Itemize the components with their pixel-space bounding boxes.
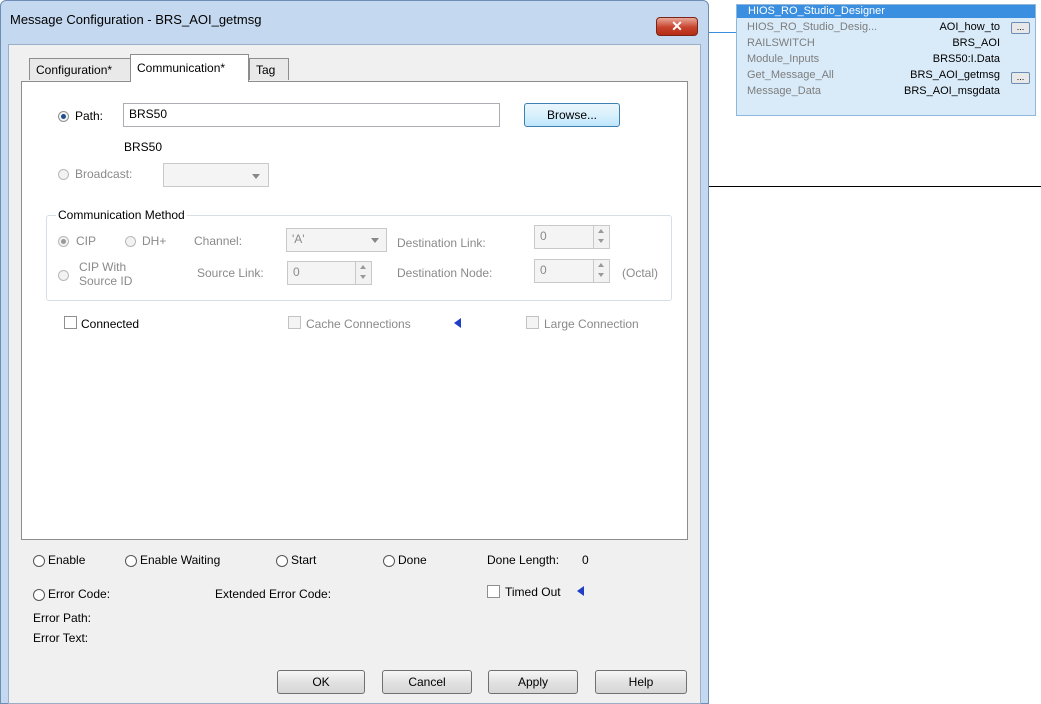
start-indicator [276,555,288,567]
cache-connections-checkbox[interactable] [288,316,301,329]
broadcast-radio[interactable] [58,169,69,180]
destination-node-label: Destination Node: [397,266,493,280]
title-bar[interactable]: Message Configuration - BRS_AOI_getmsg ✕ [0,0,709,36]
tab-configuration[interactable]: Configuration* [29,58,131,80]
large-connection-checkbox[interactable] [526,316,539,329]
octal-label: (Octal) [622,266,658,280]
connector-line [709,32,736,33]
extended-error-code-label: Extended Error Code: [215,587,332,601]
path-label: Path: [75,109,104,123]
chevron-down-icon [252,174,260,179]
tag-row-value: BRS50:I.Data [932,53,1000,65]
apply-button[interactable]: Apply [488,670,578,694]
destination-link-spinner[interactable] [593,226,609,248]
source-link-label: Source Link: [197,266,264,280]
done-length-value: 0 [582,553,589,567]
close-button[interactable]: ✕ [656,17,698,36]
tag-row-name: HIOS_RO_Studio_Desig... [747,21,878,33]
cip-label: CIP [76,234,97,248]
enable-indicator [33,555,45,567]
browse-button[interactable]: Browse... [524,103,620,127]
channel-label: Channel: [194,234,243,248]
error-code-label: Error Code: [48,587,111,601]
error-code-indicator [33,589,45,601]
connected-label: Connected [81,317,140,331]
path-radio[interactable] [58,111,69,122]
timed-out-checkbox[interactable] [487,585,500,598]
ellipsis-button[interactable]: ... [1011,72,1030,84]
help-button[interactable]: Help [595,670,687,694]
arrow-left-icon [577,586,584,596]
done-indicator [383,555,395,567]
tag-row-value: BRS_AOI_getmsg [910,69,1000,81]
enable-label: Enable [48,553,86,567]
tag-row-name: RAILSWITCH [747,37,815,49]
destination-node-spinner[interactable] [593,260,609,282]
communication-method-legend: Communication Method [56,208,187,222]
tag-row-value: BRS_AOI [952,37,1000,49]
chevron-down-icon [371,238,379,243]
error-path-label: Error Path: [33,611,92,625]
enable-waiting-label: Enable Waiting [140,553,221,567]
tag-row-value: AOI_how_to [939,21,1000,33]
done-label: Done [398,553,427,567]
error-text-label: Error Text: [33,631,89,645]
cip-source-id-label-1: CIP With [79,260,127,274]
ok-button[interactable]: OK [277,670,365,694]
cip-radio[interactable] [58,236,69,247]
cip-source-id-label-2: Source ID [79,274,133,288]
tag-row-name: Get_Message_All [747,69,834,81]
start-label: Start [291,553,317,567]
timed-out-label: Timed Out [505,585,561,599]
tag-row-name: Message_Data [747,85,821,97]
ellipsis-button[interactable]: ... [1011,22,1030,34]
rung-line [709,186,1041,187]
tag-row-name: Module_Inputs [747,53,820,65]
source-link-spinner[interactable] [355,262,371,284]
tab-communication[interactable]: Communication* [130,54,249,82]
path-resolved-text: BRS50 [124,140,163,154]
communication-tab-panel [21,81,688,540]
cancel-button[interactable]: Cancel [382,670,472,694]
aoi-tag-header: HIOS_RO_Studio_Designer [737,5,1035,18]
tab-tag[interactable]: Tag [249,58,289,80]
broadcast-label: Broadcast: [75,167,133,181]
enable-waiting-indicator [125,555,137,567]
path-input[interactable]: BRS50 [123,103,500,127]
cache-connections-label: Cache Connections [306,317,411,331]
done-length-label: Done Length: [487,553,560,567]
dh-plus-label: DH+ [142,234,167,248]
large-connection-label: Large Connection [544,317,639,331]
window-title: Message Configuration - BRS_AOI_getmsg [10,12,262,27]
arrow-left-icon [454,318,461,328]
tag-row-value: BRS_AOI_msgdata [904,85,1000,97]
cip-source-id-radio[interactable] [58,270,69,281]
connected-checkbox[interactable] [64,316,77,329]
destination-link-label: Destination Link: [397,236,486,250]
dh-plus-radio[interactable] [125,236,136,247]
